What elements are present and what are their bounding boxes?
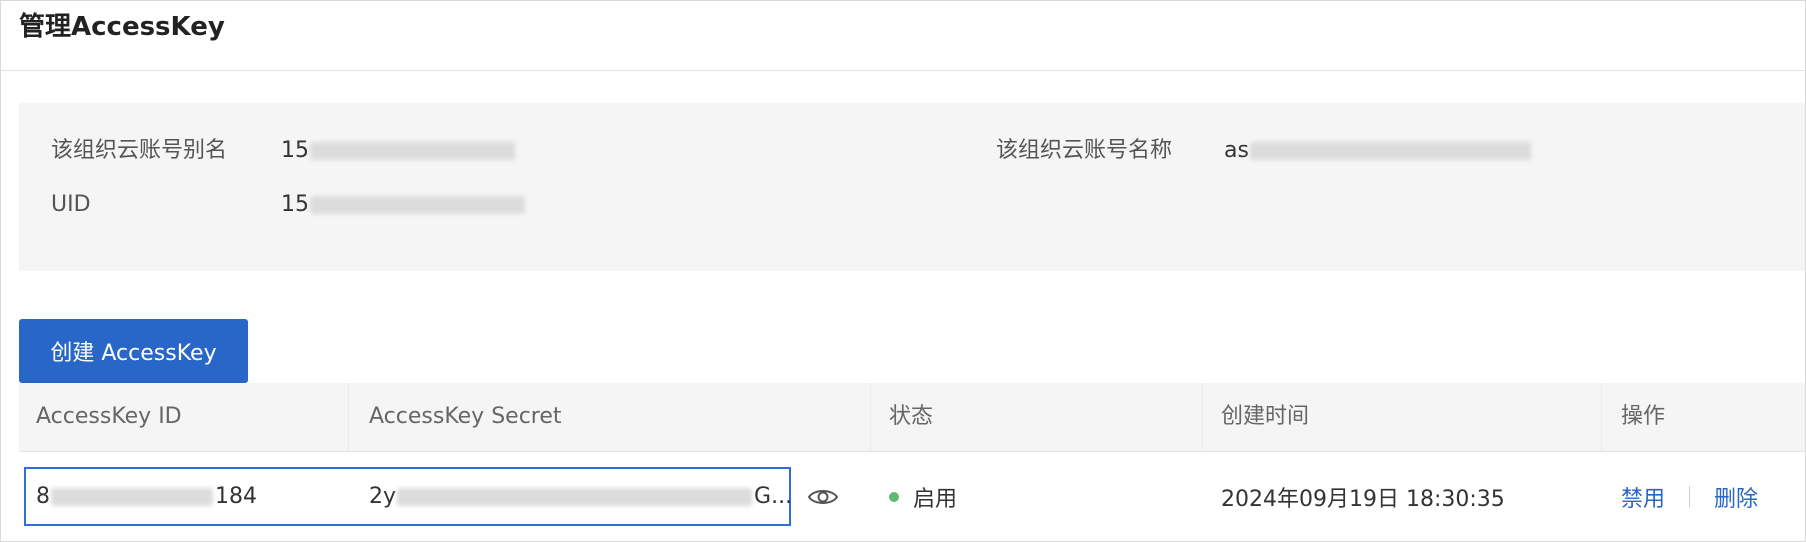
column-header-status: 状态 xyxy=(889,404,934,429)
alias-label: 该组织云账号别名 xyxy=(51,138,228,163)
account-info-panel: 该组织云账号别名 15 该组织云账号名称 as UID 15 xyxy=(19,103,1805,271)
redacted-mask xyxy=(310,196,525,214)
alias-value: 15 xyxy=(281,137,515,165)
account-name-value: as xyxy=(1224,137,1531,165)
column-divider xyxy=(348,383,349,451)
create-accesskey-button[interactable]: 创建 AccessKey xyxy=(19,319,248,383)
accesskey-id-cell[interactable]: 8 184 xyxy=(36,452,257,541)
page-title: 管理AccessKey xyxy=(19,12,225,42)
accesskey-secret-prefix: 2y xyxy=(369,484,397,509)
redacted-mask xyxy=(51,487,213,506)
redacted-mask xyxy=(397,487,753,506)
status-dot xyxy=(889,491,899,502)
table-row: 8 184 2y G... 启用 2024年09月19日 18:30:35 禁用… xyxy=(19,452,1805,541)
column-header-created-at: 创建时间 xyxy=(1221,404,1310,429)
table-header: AccessKey ID AccessKey Secret 状态 创建时间 操作 xyxy=(19,383,1805,452)
column-divider xyxy=(1601,383,1602,451)
account-name-label: 该组织云账号名称 xyxy=(996,138,1173,163)
redacted-mask xyxy=(1249,142,1531,160)
delete-link[interactable]: 删除 xyxy=(1714,481,1758,513)
uid-value-text: 15 xyxy=(281,192,309,217)
eye-icon[interactable] xyxy=(807,452,839,541)
column-divider xyxy=(1202,383,1203,451)
uid-value: 15 xyxy=(281,191,525,219)
column-header-accesskey-id: AccessKey ID xyxy=(36,404,182,429)
column-divider xyxy=(870,383,871,451)
actions-cell: 禁用 删除 xyxy=(1621,452,1758,541)
accesskey-id-suffix: 184 xyxy=(215,484,257,509)
access-key-page: 管理AccessKey 该组织云账号别名 15 该组织云账号名称 as UID … xyxy=(0,0,1806,542)
eye-icon-svg xyxy=(807,489,839,504)
accesskey-secret-cell[interactable]: 2y G... xyxy=(369,452,792,541)
status-text: 启用 xyxy=(913,486,958,512)
created-at-cell: 2024年09月19日 18:30:35 xyxy=(1221,486,1505,512)
status-cell: 启用 xyxy=(889,452,957,541)
accesskey-id-prefix: 8 xyxy=(36,484,50,509)
uid-label: UID xyxy=(51,192,91,217)
redacted-mask xyxy=(310,142,515,160)
title-divider xyxy=(1,70,1805,71)
column-header-actions: 操作 xyxy=(1621,404,1666,429)
action-separator xyxy=(1689,485,1691,508)
disable-link[interactable]: 禁用 xyxy=(1621,481,1665,513)
accesskey-secret-suffix: G... xyxy=(754,484,793,509)
account-name-value-text: as xyxy=(1224,138,1249,163)
column-header-accesskey-secret: AccessKey Secret xyxy=(369,404,562,429)
alias-value-text: 15 xyxy=(281,138,309,163)
